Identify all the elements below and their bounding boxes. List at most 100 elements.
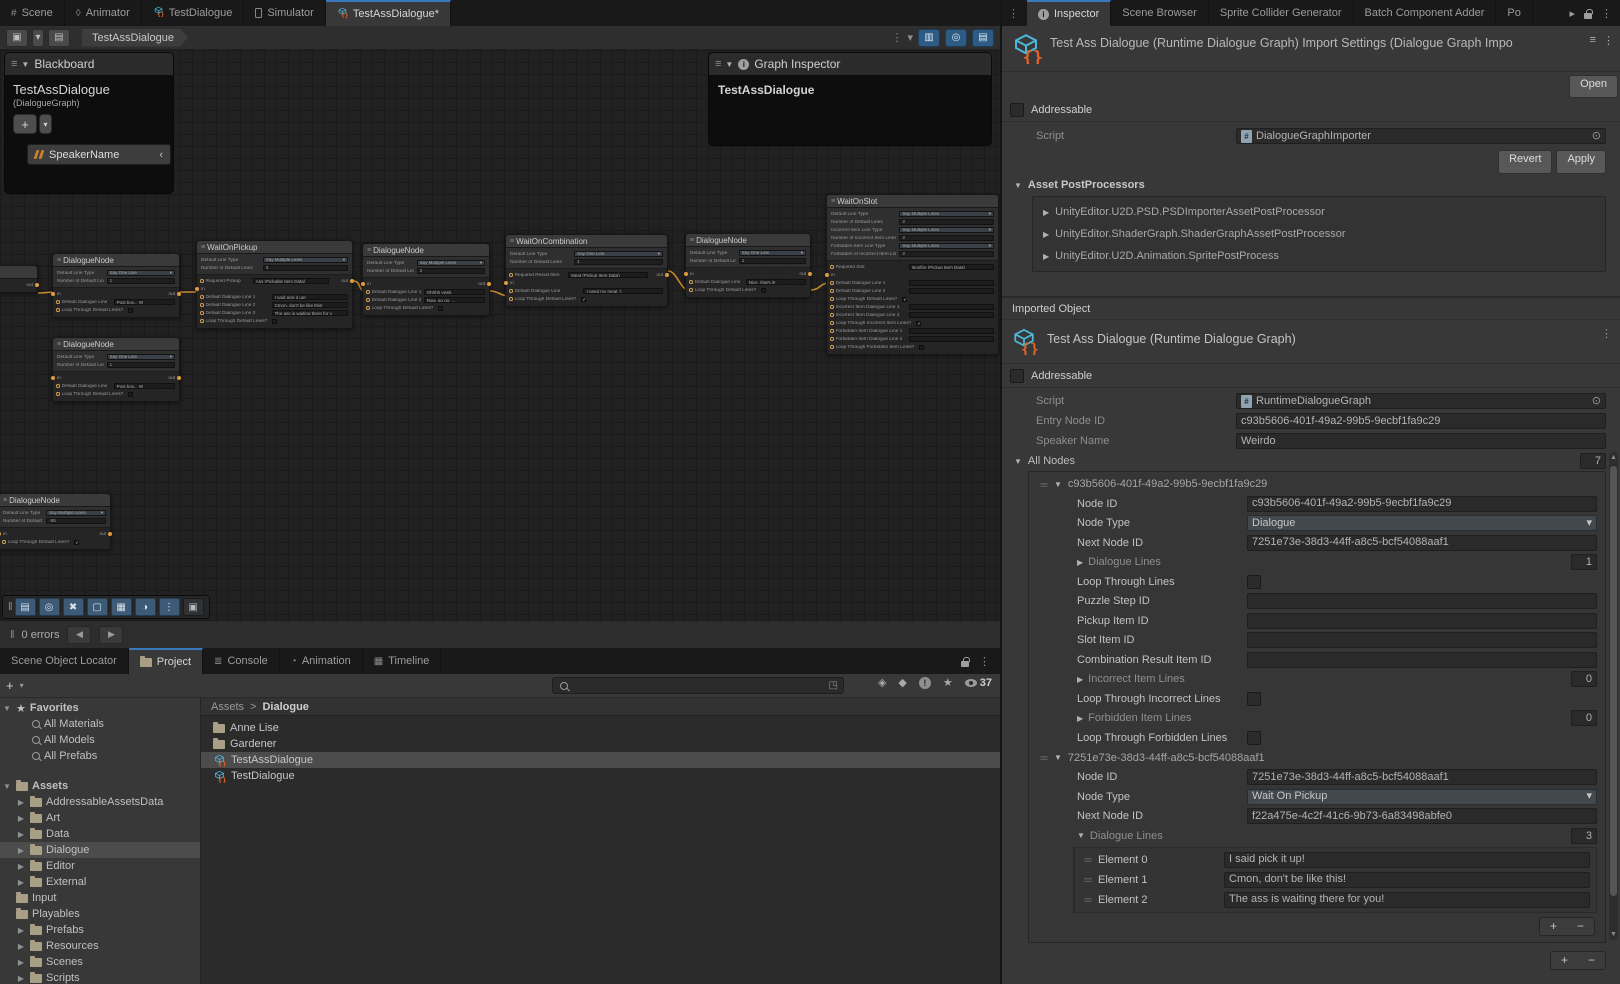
presets-icon[interactable]: ≡ [1590, 34, 1596, 47]
save-dropdown-icon[interactable]: ▾ [32, 29, 44, 47]
field-input[interactable] [1247, 613, 1597, 629]
graph-inspector-toggle[interactable]: ◎ [945, 29, 967, 47]
prev-error-button[interactable]: ◀ [67, 626, 91, 644]
tree-external[interactable]: ▶External [0, 874, 200, 890]
tab-po[interactable]: Po [1496, 0, 1532, 26]
line-field[interactable] [909, 336, 994, 343]
add-element-button[interactable]: + [1540, 918, 1567, 935]
element-field[interactable]: The ass is waiting there for you! [1224, 892, 1590, 908]
add-property-dropdown-icon[interactable]: ▾ [39, 114, 52, 134]
node-checkbox[interactable] [761, 288, 766, 293]
text-port[interactable] [366, 290, 370, 294]
split-toggle[interactable]: ▦ [111, 598, 132, 616]
node-entry-c93b5606-401f-49a2-99b5-9ecbf1fa9c29[interactable]: ＝▼c93b5606-401f-49a2-99b5-9ecbf1fa9c29 [1029, 474, 1605, 494]
save-icon[interactable]: ▣ [6, 29, 28, 47]
postprocessor-shadergraphassetpostprocessor[interactable]: ▶UnityEditor.ShaderGraph.ShaderGraphAsse… [1033, 223, 1605, 245]
more-icon[interactable]: ⋮ [1601, 7, 1612, 20]
expand-arrow-icon[interactable]: ▶ [16, 974, 26, 983]
rtnode-node[interactable]: ≡rtNodeout [0, 265, 38, 293]
field-dropdown[interactable]: Wait On Pickup▾ [1247, 789, 1597, 805]
breadcrumb[interactable]: TestAssDialogue [82, 29, 188, 47]
text-port[interactable] [56, 384, 60, 388]
number-field[interactable]: 1 [574, 259, 663, 266]
tree-all-materials[interactable]: All Materials [0, 716, 200, 732]
line-field[interactable]: I said pick it up! [272, 294, 348, 301]
node-checkbox[interactable] [438, 306, 443, 311]
line-field[interactable] [909, 304, 994, 311]
dropdown-control[interactable]: Say One Line▾ [739, 250, 806, 257]
text-port[interactable] [200, 311, 204, 315]
number-field[interactable]: 2 [899, 235, 994, 242]
more-icon[interactable]: ⋮ [1601, 327, 1612, 363]
text-port[interactable] [830, 305, 834, 309]
dropdown-icon[interactable]: ▾ [907, 31, 913, 44]
bool-port[interactable] [830, 345, 834, 349]
tab-scene-object-locator[interactable]: Scene Object Locator [0, 648, 129, 674]
tree-prefabs[interactable]: ▶Prefabs [0, 922, 200, 938]
bool-port[interactable] [2, 540, 6, 544]
node-checkbox[interactable] [919, 345, 924, 350]
flow-out-port[interactable] [487, 282, 491, 286]
element-field[interactable]: I said pick it up! [1224, 852, 1590, 868]
foldout-incorrect-item-lines[interactable]: ▶Incorrect Item Lines [1077, 673, 1247, 685]
foldout-open-icon[interactable]: ▼ [1014, 457, 1022, 466]
field-checkbox[interactable] [1247, 731, 1261, 745]
drag-handle-icon[interactable]: ＝ [1039, 477, 1048, 492]
inspector-toggle[interactable]: ◎ [39, 598, 60, 616]
drag-handle-icon[interactable]: ＝ [1083, 892, 1092, 907]
field-input[interactable]: f22a475e-4c2f-41c6-9b73-6a83498abfe0 [1247, 808, 1597, 824]
count-badge[interactable]: 3 [1571, 828, 1597, 844]
minimap-toggle[interactable]: ▥ [918, 29, 940, 47]
field-input[interactable]: c93b5606-401f-49a2-99b5-9ecbf1fa9c29 [1247, 496, 1597, 512]
field-checkbox[interactable] [1247, 575, 1261, 589]
tree-assets-root[interactable]: ▼Assets [0, 778, 200, 794]
node-title-bar[interactable]: ≡rtNode [0, 266, 37, 279]
addressable-checkbox[interactable] [1010, 103, 1024, 117]
flow-in-port[interactable] [0, 532, 1, 536]
flow-in-port[interactable] [51, 376, 55, 380]
flow-out-port[interactable] [808, 272, 812, 276]
favorites-filter-icon[interactable]: ★ [943, 676, 953, 689]
label-filter-icon[interactable]: ◆ [898, 676, 906, 689]
script-field[interactable]: # DialogueGraphImporter ⊙ [1236, 128, 1606, 144]
open-button[interactable]: Open [1569, 75, 1618, 98]
tab-console[interactable]: ≣Console [203, 648, 280, 674]
foldout-open-icon[interactable]: ▼ [1077, 831, 1085, 840]
flow-in-port[interactable] [825, 273, 829, 277]
graph-inspector-header[interactable]: ≡ ▼ i Graph Inspector [709, 53, 991, 75]
visible-count[interactable]: 37 [965, 677, 992, 689]
asset-testassdialogue[interactable]: {}TestAssDialogue [201, 752, 1000, 768]
expand-arrow-icon[interactable]: ▶ [16, 878, 26, 887]
node-title-bar[interactable]: ≡WaitOnSlot [827, 195, 998, 208]
bool-port[interactable] [56, 392, 60, 396]
blackboard-header[interactable]: ≡ ▼ Blackboard [5, 53, 173, 75]
line-field[interactable]: Cmon, don't be like this! [272, 302, 348, 309]
flow-out-port[interactable] [108, 532, 112, 536]
tree-scenes[interactable]: ▶Scenes [0, 954, 200, 970]
tree-data[interactable]: ▶Data [0, 826, 200, 842]
field-dropdown[interactable]: Dialogue▾ [1247, 515, 1597, 531]
flow-out-port[interactable] [177, 376, 181, 380]
line-field[interactable]: Nice, that's it! [746, 279, 806, 286]
foldout-dialogue-lines[interactable]: ▼Dialogue Lines [1077, 830, 1247, 842]
blackboard-panel[interactable]: ≡ ▼ Blackboard TestAssDialogue (Dialogue… [4, 52, 174, 194]
bool-port[interactable] [689, 288, 693, 292]
foldout-closed-icon[interactable]: ▶ [1077, 675, 1083, 684]
tree-all-models[interactable]: All Models [0, 732, 200, 748]
tab-timeline[interactable]: ▦Timeline [363, 648, 442, 674]
asset-anne-lise[interactable]: Anne Lise [201, 720, 1000, 736]
more-icon[interactable]: ⋮ [1603, 34, 1614, 47]
tree-playables[interactable]: Playables [0, 906, 200, 922]
flow-in-port[interactable] [51, 292, 55, 296]
node-checkbox[interactable] [272, 319, 277, 324]
node-checkbox[interactable] [128, 392, 133, 397]
dropdown-control[interactable]: Say One Line▾ [574, 251, 663, 258]
foldout-closed-icon[interactable]: ▶ [1077, 714, 1083, 723]
number-field[interactable]: -55 [46, 518, 106, 525]
foldout-open-icon[interactable]: ▼ [1014, 181, 1022, 190]
text-port[interactable] [366, 298, 370, 302]
all-nodes-count[interactable]: 7 [1580, 453, 1606, 469]
open-asset-icon[interactable]: ▤ [48, 29, 70, 47]
text-port[interactable] [56, 300, 60, 304]
collapse-icon[interactable]: ▼ [21, 60, 29, 69]
